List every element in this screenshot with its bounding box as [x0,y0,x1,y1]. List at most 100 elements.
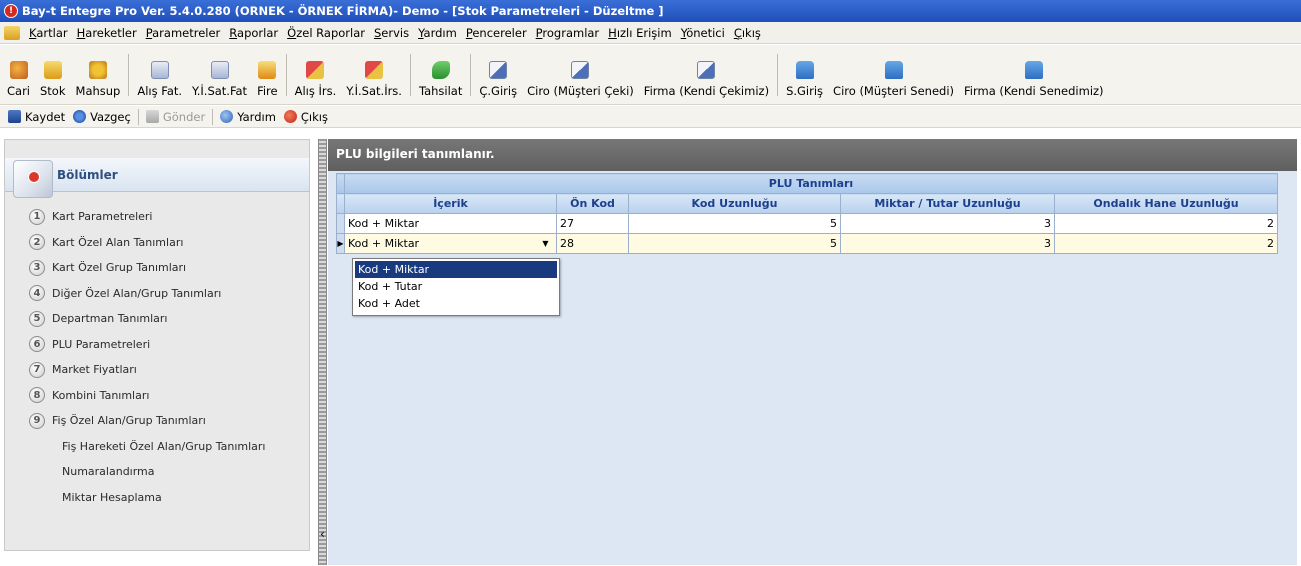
stamp-icon [1024,61,1043,79]
menu-pencereler[interactable]: Pencereler [463,26,533,40]
section-number: 9 [29,412,45,429]
stok-button[interactable]: Stok [35,46,71,98]
table-row[interactable]: ▶ Kod + Miktar ▼ 28 5 3 2 [336,233,1278,254]
cell-icerik[interactable]: Kod + Miktar [344,213,557,234]
s-giris-button[interactable]: S.Giriş [781,46,828,98]
section-number: 2 [29,234,45,251]
cell-icerik-combo[interactable]: Kod + Miktar ▼ [344,233,557,254]
toolbar-separator [285,54,287,96]
stok-label: Stok [40,84,66,98]
collapse-left-icon[interactable]: ‹ [320,527,325,541]
section-item[interactable]: 1 Kart Parametreleri [5,204,309,230]
section-item[interactable]: Fiş Hareketi Özel Alan/Grup Tanımları [5,434,309,460]
fire-button[interactable]: Fire [252,46,283,98]
cari-button[interactable]: Cari [2,46,35,98]
menu-hizli-erisim[interactable]: Hızlı Erişim [605,26,678,40]
section-item[interactable]: 7 Market Fiyatları [5,357,309,383]
menu-ozel-raporlar[interactable]: Özel Raporlar [284,26,371,40]
menu-raporlar[interactable]: Raporlar [226,26,284,40]
truck-icon [365,61,384,79]
menu-kartlar[interactable]: Kartlar [26,26,74,40]
people-icon [9,61,28,79]
grid-band-header: PLU Tanımları [344,173,1278,194]
section-item[interactable]: 2 Kart Özel Alan Tanımları [5,230,309,256]
dropdown-option[interactable]: Kod + Miktar [355,261,557,278]
ciro-cek-button[interactable]: Ciro (Müşteri Çeki) [522,46,639,98]
section-item[interactable]: Numaralandırma [5,459,309,485]
column-header-ondalik[interactable]: Ondalık Hane Uzunluğu [1054,193,1278,214]
window-title-bar[interactable]: ! Bay-t Entegre Pro Ver. 5.4.0.280 (ORNE… [0,0,1301,22]
action-bar: Kaydet Vazgeç Gönder Yardım Çıkış [0,106,1301,128]
menu-yardim[interactable]: Yardım [415,26,463,40]
yisat-fat-label: Y.İ.Sat.Fat [192,84,248,98]
column-header-kod-uzunlugu[interactable]: Kod Uzunluğu [628,193,841,214]
row-indicator-header [336,173,345,194]
cell-miktar-tutar[interactable]: 3 [840,233,1055,254]
yardim-button[interactable]: Yardım [216,110,280,124]
section-item[interactable]: 6 PLU Parametreleri [5,332,309,358]
chevron-down-icon[interactable]: ▼ [538,237,553,251]
section-item[interactable]: 9 Fiş Özel Alan/Grup Tanımları [5,408,309,434]
menu-servis[interactable]: Servis [371,26,415,40]
section-label: Diğer Özel Alan/Grup Tanımları [52,286,222,300]
action-separator [212,108,214,125]
section-number: 3 [29,259,45,276]
kaydet-button[interactable]: Kaydet [4,110,69,124]
invoice-icon [210,61,229,79]
menu-programlar[interactable]: Programlar [533,26,606,40]
row-indicator[interactable] [336,213,345,234]
cell-on-kod[interactable]: 27 [556,213,629,234]
column-header-icerik[interactable]: İçerik [344,193,557,214]
menu-hareketler[interactable]: Hareketler [74,26,143,40]
mahsup-button[interactable]: Mahsup [71,46,126,98]
menu-app-icon[interactable] [4,25,20,40]
column-header-on-kod[interactable]: Ön Kod [556,193,629,214]
firma-senet-label: Firma (Kendi Senedimiz) [964,84,1104,98]
section-item[interactable]: Miktar Hesaplama [5,485,309,511]
table-row[interactable]: Kod + Miktar 27 5 3 2 [336,213,1278,234]
cell-kod-uzunlugu[interactable]: 5 [628,213,841,234]
dropdown-option[interactable]: Kod + Tutar [355,278,557,295]
menu-parametreler[interactable]: Parametreler [143,26,227,40]
cari-label: Cari [7,84,30,98]
cell-kod-uzunlugu[interactable]: 5 [628,233,841,254]
cell-on-kod[interactable]: 28 [556,233,629,254]
yisat-fat-button[interactable]: Y.İ.Sat.Fat [187,46,252,98]
c-giris-button[interactable]: Ç.Giriş [474,46,522,98]
combo-value: Kod + Miktar [348,237,420,250]
section-number: 8 [29,387,45,404]
firma-cek-button[interactable]: Firma (Kendi Çekimiz) [639,46,774,98]
vazgec-button[interactable]: Vazgeç [69,110,135,124]
row-indicator[interactable]: ▶ [336,233,345,254]
cell-ondalik[interactable]: 2 [1054,213,1278,234]
gonder-button[interactable]: Gönder [142,110,209,124]
help-icon [220,110,234,123]
sections-icon [13,160,53,198]
yisat-irs-button[interactable]: Y.İ.Sat.İrs. [341,46,407,98]
cell-miktar-tutar[interactable]: 3 [840,213,1055,234]
window-title: Bay-t Entegre Pro Ver. 5.4.0.280 (ORNEK … [22,4,664,18]
stamp-icon [795,61,814,79]
firma-senet-button[interactable]: Firma (Kendi Senedimiz) [959,46,1109,98]
ciro-senet-button[interactable]: Ciro (Müşteri Senedi) [828,46,959,98]
dropdown-option[interactable]: Kod + Adet [355,295,557,312]
alis-irs-button[interactable]: Alış İrs. [290,46,342,98]
section-item[interactable]: 8 Kombini Tanımları [5,383,309,409]
section-item[interactable]: 3 Kart Özel Grup Tanımları [5,255,309,281]
arrows-icon [88,61,107,79]
section-label: Market Fiyatları [52,363,137,377]
menu-yonetici[interactable]: Yönetici [678,26,731,40]
cell-ondalik[interactable]: 2 [1054,233,1278,254]
section-item[interactable]: 5 Departman Tanımları [5,306,309,332]
menu-cikis[interactable]: Çıkış [731,26,767,40]
column-header-miktar-tutar[interactable]: Miktar / Tutar Uzunluğu [840,193,1055,214]
alis-fat-button[interactable]: Alış Fat. [132,46,187,98]
cheque-pen-icon [489,61,508,79]
panel-splitter[interactable] [318,139,327,565]
cikis-button[interactable]: Çıkış [280,110,332,124]
section-item[interactable]: 4 Diğer Özel Alan/Grup Tanımları [5,281,309,307]
section-label: Kart Parametreleri [52,210,153,224]
section-label: Kart Özel Grup Tanımları [52,261,187,275]
tahsilat-button[interactable]: Tahsilat [414,46,467,98]
box-icon [258,61,277,79]
